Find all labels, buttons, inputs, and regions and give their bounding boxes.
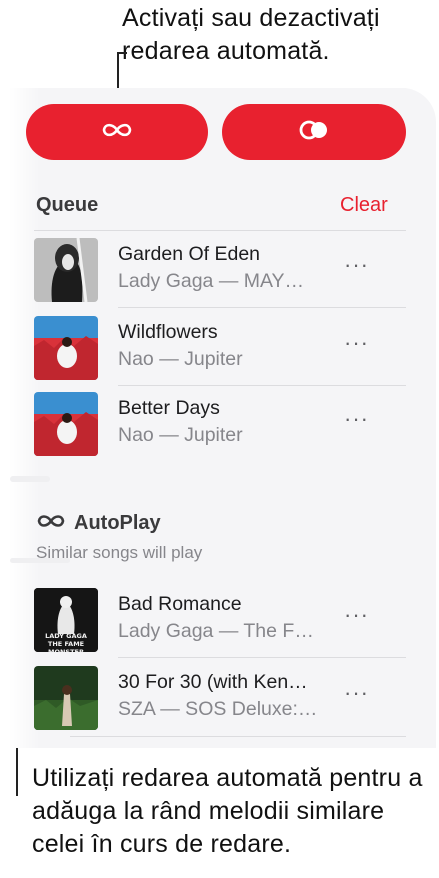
clear-queue-button[interactable]: Clear [340, 194, 388, 217]
more-options-button[interactable]: ··· [344, 252, 369, 278]
album-art-caption: LADY GAGA THE FAME MONSTER [34, 632, 98, 652]
album-art [34, 316, 98, 380]
autoplay-heading-label: AutoPlay [74, 512, 161, 534]
song-artist-album: Nao — Jupiter [118, 424, 243, 446]
queue-row[interactable]: Better Days Nao — Jupiter ··· [34, 392, 404, 462]
queue-row[interactable]: Garden Of Eden Lady Gaga — MAY… ··· [34, 238, 404, 308]
album-art-caption-line: LADY GAGA [45, 632, 87, 640]
more-options-button[interactable]: ··· [344, 602, 369, 628]
more-options-button[interactable]: ··· [344, 330, 369, 356]
background-ghost [10, 476, 50, 482]
song-title: 30 For 30 (with Ken… [118, 671, 308, 693]
song-title: Bad Romance [118, 593, 242, 615]
callout-autoplay-toggle: Activați sau dezactivați redarea automat… [122, 4, 380, 65]
more-options-button[interactable]: ··· [344, 406, 369, 432]
autoplay-row[interactable]: LADY GAGA THE FAME MONSTER Bad Romance L… [34, 588, 404, 658]
album-art [34, 666, 98, 730]
album-art: LADY GAGA THE FAME MONSTER [34, 588, 98, 652]
row-divider [118, 307, 406, 308]
row-divider [118, 385, 406, 386]
callout-leader-top-tick [117, 52, 127, 54]
queue-row[interactable]: Wildflowers Nao — Jupiter ··· [34, 316, 404, 386]
queue-heading: Queue [36, 194, 99, 216]
album-art [34, 238, 98, 302]
infinity-ring-icon [297, 119, 331, 146]
shareplay-button[interactable] [222, 104, 406, 160]
callout-autoplay-usage: Utilizați redarea automată pentru a adău… [32, 764, 423, 858]
infinity-icon [100, 120, 134, 145]
more-options-button[interactable]: ··· [344, 680, 369, 706]
autoplay-toggle-button[interactable] [26, 104, 208, 160]
row-divider [118, 657, 406, 658]
autoplay-row[interactable]: 30 For 30 (with Ken… SZA — SOS Deluxe:… … [34, 666, 404, 736]
queue-panel: Queue Clear Garden Of Eden Lady Gaga — M… [10, 88, 436, 748]
autoplay-subtitle: Similar songs will play [36, 543, 203, 562]
song-title: Garden Of Eden [118, 243, 261, 265]
song-artist-album: Lady Gaga — MAY… [118, 270, 305, 292]
song-artist-album: SZA — SOS Deluxe:… [118, 698, 318, 720]
autoplay-heading: AutoPlay [36, 512, 161, 535]
song-title: Wildflowers [118, 321, 218, 343]
album-art [34, 392, 98, 456]
row-divider [70, 736, 406, 737]
infinity-icon [36, 512, 66, 535]
song-title: Better Days [118, 397, 220, 419]
album-art-caption-line: THE FAME MONSTER [47, 640, 85, 652]
song-artist-album: Lady Gaga — The F… [118, 620, 314, 642]
queue-divider [34, 230, 406, 231]
song-artist-album: Nao — Jupiter [118, 348, 243, 370]
